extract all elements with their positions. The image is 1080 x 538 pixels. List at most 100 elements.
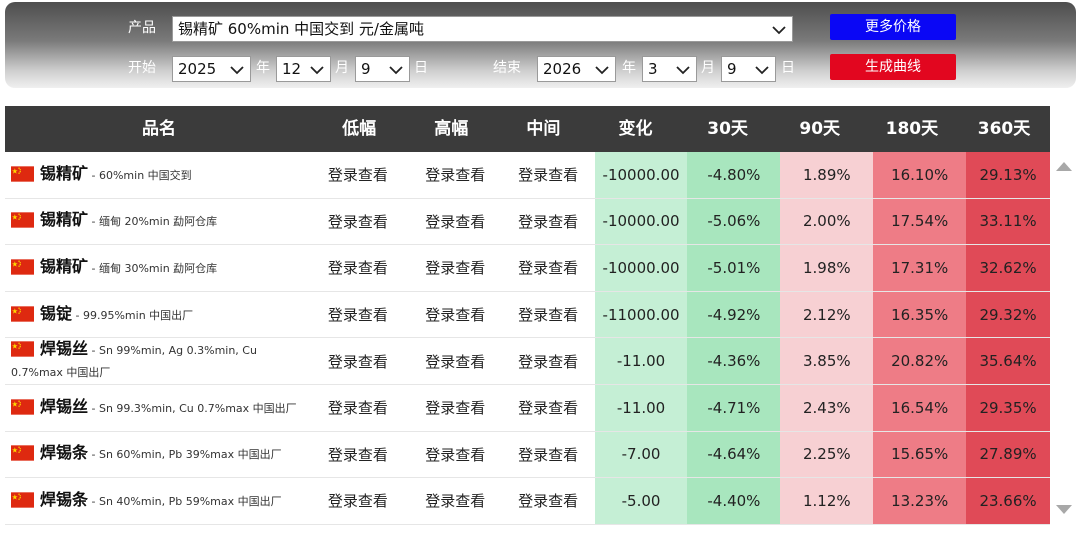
more-prices-button[interactable]: 更多价格 (830, 14, 956, 40)
change-30d-cell: -4.92% (687, 291, 781, 338)
chevron-down-icon (755, 66, 769, 75)
end-year-select[interactable]: 2026 (537, 56, 616, 82)
header-change: 变化 (618, 119, 653, 139)
change-cell: -11000.00 (594, 291, 688, 338)
product-name-cell[interactable]: 焊锡丝 - Sn 99.3%min, Cu 0.7%max 中国出厂 (5, 385, 307, 431)
table-row[interactable]: 锡精矿 - 缅甸 20%min 勐阿仓库 登录查看 登录查看 登录查看 -10000.0… (5, 198, 1050, 246)
product-name-cell[interactable]: 锡锭 - 99.95%min 中国出厂 (5, 292, 307, 338)
product-name[interactable]: 焊锡条 (40, 443, 88, 462)
product-name[interactable]: 锡锭 (40, 304, 72, 323)
change-cell: -11.00 (594, 338, 688, 384)
high-price-cell[interactable]: 登录查看 (409, 478, 502, 524)
mid-price-cell[interactable]: 登录查看 (502, 245, 595, 291)
scroll-up-icon[interactable] (1056, 162, 1072, 171)
mid-price-cell[interactable]: 登录查看 (502, 152, 595, 198)
start-month-unit: 月 (335, 60, 349, 76)
chevron-down-icon (389, 66, 403, 75)
table-row[interactable]: 焊锡条 - Sn 40%min, Pb 59%max 中国出厂 登录查看 登录查看登… (5, 478, 1050, 525)
end-year-unit: 年 (622, 60, 636, 76)
high-price-cell[interactable]: 登录查看 (409, 432, 502, 478)
mid-price-cell[interactable]: 登录查看 (502, 385, 595, 431)
change-360d-cell: 29.13% (966, 152, 1050, 198)
china-flag-icon (11, 445, 34, 462)
change-360d-cell: 29.32% (966, 291, 1050, 338)
table-row[interactable]: 锡锭 - 99.95%min 中国出厂 登录查看 登录查看 登录查看 -11000.00… (5, 291, 1050, 339)
change-90d-cell: 1.98% (780, 245, 874, 291)
low-price-cell[interactable]: 登录查看 (307, 338, 409, 384)
high-price-cell[interactable]: 登录查看 (409, 245, 502, 291)
product-spec: - 99.95%min 中国出厂 (72, 308, 194, 322)
start-day-value: 9 (361, 60, 371, 78)
product-name[interactable]: 焊锡条 (40, 490, 88, 509)
product-name-cell[interactable]: 锡精矿 - 缅甸 20%min 勐阿仓库 (5, 199, 307, 245)
product-select-value: 锡精矿 60%min 中国交到 元/金属吨 (178, 20, 424, 38)
product-name-cell[interactable]: 焊锡条 - Sn 40%min, Pb 59%max 中国出厂 (5, 478, 307, 524)
product-name[interactable]: 焊锡丝 (40, 397, 88, 416)
start-day-select[interactable]: 9 (355, 56, 410, 82)
scroll-down-icon[interactable] (1056, 505, 1072, 514)
start-month-select[interactable]: 12 (276, 56, 331, 82)
table-row[interactable]: 焊锡丝 - Sn 99.3%min, Cu 0.7%max 中国出厂 登录查看 登录… (5, 384, 1050, 432)
table-body: 锡精矿 - 60%min 中国交到 登录查看 登录查看 登录查看 -10000.00 -4… (5, 152, 1050, 525)
product-spec: - 缅甸 30%min 勐阿仓库 (88, 261, 218, 275)
mid-price-cell[interactable]: 登录查看 (502, 432, 595, 478)
low-price-cell[interactable]: 登录查看 (307, 292, 409, 338)
start-year-value: 2025 (178, 60, 217, 78)
change-30d-cell: -4.36% (687, 338, 781, 384)
product-name-cell[interactable]: 锡精矿 - 缅甸 30%min 勐阿仓库 (5, 245, 307, 291)
product-label: 产品 (128, 20, 156, 36)
low-price-cell[interactable]: 登录查看 (307, 385, 409, 431)
change-180d-cell: 13.23% (873, 478, 967, 524)
change-cell: -11.00 (594, 384, 688, 431)
change-180d-cell: 17.54% (873, 198, 967, 245)
change-cell: -5.00 (594, 478, 688, 524)
header-90d: 90天 (799, 119, 841, 139)
table-scrollbar[interactable] (1053, 152, 1075, 524)
table-row[interactable]: 焊锡条 - Sn 60%min, Pb 39%max 中国出厂 登录查看 登录查看登… (5, 431, 1050, 479)
low-price-cell[interactable]: 登录查看 (307, 478, 409, 524)
end-month-select[interactable]: 3 (642, 56, 697, 82)
start-year-select[interactable]: 2025 (172, 56, 251, 82)
table-row[interactable]: 锡精矿 - 缅甸 30%min 勐阿仓库 登录查看 登录查看 登录查看 -10000.0… (5, 245, 1050, 292)
mid-price-cell[interactable]: 登录查看 (502, 338, 595, 384)
product-name[interactable]: 锡精矿 (40, 210, 88, 229)
start-year-unit: 年 (256, 60, 270, 76)
product-spec: - 缅甸 20%min 勐阿仓库 (88, 215, 218, 229)
product-select[interactable]: 锡精矿 60%min 中国交到 元/金属吨 (172, 16, 793, 42)
low-price-cell[interactable]: 登录查看 (307, 432, 409, 478)
high-price-cell[interactable]: 登录查看 (409, 199, 502, 245)
table-header: 品名 低幅 高幅 中间 变化 30天 90天 180天 360天 (5, 106, 1050, 152)
table-row[interactable]: 焊锡丝 - Sn 99%min, Ag 0.3%min, Cu 0.7%max … (5, 338, 1050, 385)
product-name-cell[interactable]: 焊锡丝 - Sn 99%min, Ag 0.3%min, Cu 0.7%max … (5, 338, 307, 384)
low-price-cell[interactable]: 登录查看 (307, 245, 409, 291)
product-name[interactable]: 焊锡丝 (40, 339, 88, 358)
start-month-value: 12 (282, 60, 302, 78)
product-name-cell[interactable]: 焊锡条 - Sn 60%min, Pb 39%max 中国出厂 (5, 432, 307, 478)
chevron-down-icon (230, 66, 244, 75)
end-month-value: 3 (648, 60, 658, 78)
table-row[interactable]: 锡精矿 - 60%min 中国交到 登录查看 登录查看 登录查看 -10000.00 -4… (5, 152, 1050, 199)
low-price-cell[interactable]: 登录查看 (307, 199, 409, 245)
high-price-cell[interactable]: 登录查看 (409, 338, 502, 384)
product-name-cell[interactable]: 锡精矿 - 60%min 中国交到 (5, 152, 307, 198)
mid-price-cell[interactable]: 登录查看 (502, 292, 595, 338)
mid-price-cell[interactable]: 登录查看 (502, 199, 595, 245)
header-low: 低幅 (342, 119, 377, 139)
mid-price-cell[interactable]: 登录查看 (502, 478, 595, 524)
product-name[interactable]: 锡精矿 (40, 164, 88, 183)
change-90d-cell: 1.12% (780, 478, 874, 524)
low-price-cell[interactable]: 登录查看 (307, 152, 409, 198)
change-90d-cell: 2.43% (780, 384, 874, 431)
high-price-cell[interactable]: 登录查看 (409, 152, 502, 198)
high-price-cell[interactable]: 登录查看 (409, 292, 502, 338)
generate-curve-button[interactable]: 生成曲线 (830, 54, 956, 80)
change-90d-cell: 1.89% (780, 152, 874, 198)
high-price-cell[interactable]: 登录查看 (409, 385, 502, 431)
header-180d: 180天 (885, 119, 939, 139)
change-cell: -7.00 (594, 431, 688, 478)
header-360d: 360天 (977, 119, 1031, 139)
product-spec: - Sn 40%min, Pb 59%max 中国出厂 (88, 494, 282, 508)
end-day-select[interactable]: 9 (721, 56, 776, 82)
product-name[interactable]: 锡精矿 (40, 257, 88, 276)
change-30d-cell: -5.01% (687, 245, 781, 291)
